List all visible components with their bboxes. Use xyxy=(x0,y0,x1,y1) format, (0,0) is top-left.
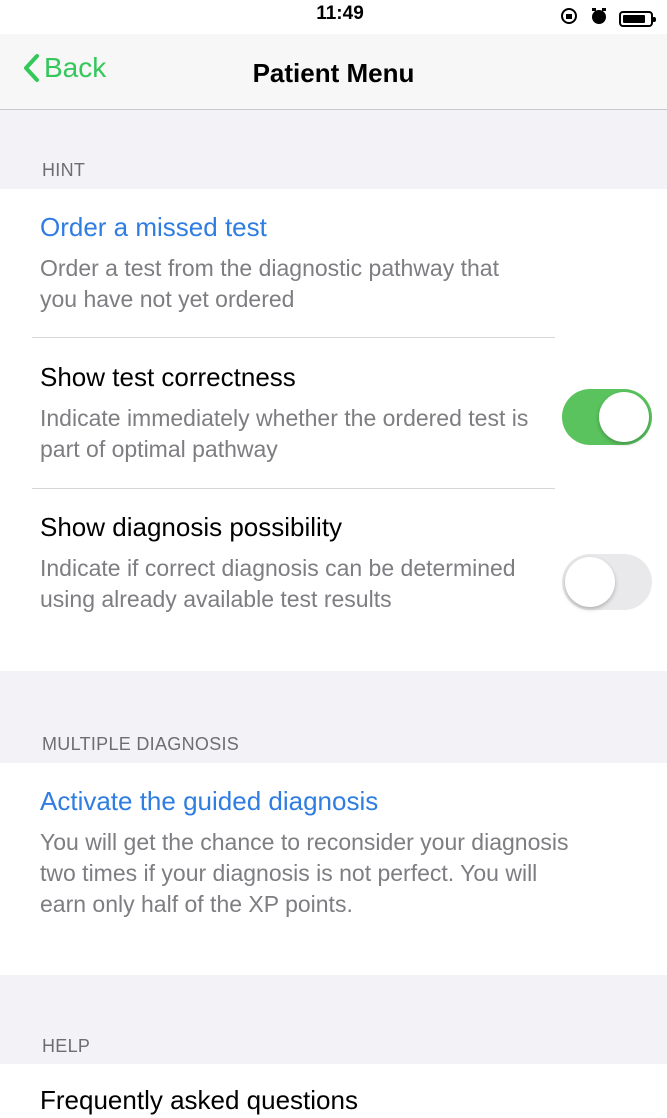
guided-diagnosis-title: Activate the guided diagnosis xyxy=(40,786,379,816)
orientation-lock-icon xyxy=(559,6,579,32)
order-missed-test-desc: Order a test from the diagnostic pathway… xyxy=(40,255,499,312)
show-test-correctness-item: Show test correctness Indicate immediate… xyxy=(40,361,540,465)
show-diagnosis-possibility-desc: Indicate if correct diagnosis can be det… xyxy=(40,555,516,612)
status-icons xyxy=(559,6,656,32)
section-header-hint: HINT xyxy=(42,160,86,180)
show-diagnosis-possibility-item: Show diagnosis possibility Indicate if c… xyxy=(40,511,520,615)
show-test-correctness-toggle[interactable] xyxy=(562,389,652,445)
faq-item[interactable]: Frequently asked questions xyxy=(40,1084,358,1116)
section-header-multiple-diagnosis: MULTIPLE DIAGNOSIS xyxy=(42,734,240,754)
guided-diagnosis-item[interactable]: Activate the guided diagnosis You will g… xyxy=(40,785,570,920)
page-title: Patient Menu xyxy=(252,58,415,88)
guided-diagnosis-desc: You will get the chance to reconsider yo… xyxy=(40,829,569,917)
battery-icon xyxy=(619,11,656,27)
status-bar: 11:49 xyxy=(0,0,667,34)
divider xyxy=(32,337,555,338)
show-diagnosis-possibility-title: Show diagnosis possibility xyxy=(40,512,343,542)
show-diagnosis-possibility-toggle[interactable] xyxy=(562,554,652,610)
alarm-icon xyxy=(589,6,609,32)
toggle-knob xyxy=(599,392,649,442)
help-group: Frequently asked questions xyxy=(0,1064,667,1118)
navigation-bar: Back Patient Menu xyxy=(0,34,667,110)
status-time: 11:49 xyxy=(316,3,364,24)
hint-group: Order a missed test Order a test from th… xyxy=(0,189,667,671)
divider xyxy=(32,488,555,489)
toggle-knob xyxy=(565,557,615,607)
show-test-correctness-desc: Indicate immediately whether the ordered… xyxy=(40,405,529,462)
order-missed-test-title: Order a missed test xyxy=(40,212,267,242)
multiple-diagnosis-group: Activate the guided diagnosis You will g… xyxy=(0,763,667,975)
faq-title: Frequently asked questions xyxy=(40,1085,358,1115)
section-header-help: HELP xyxy=(42,1036,91,1056)
show-test-correctness-title: Show test correctness xyxy=(40,362,296,392)
order-missed-test-item[interactable]: Order a missed test Order a test from th… xyxy=(40,211,540,315)
